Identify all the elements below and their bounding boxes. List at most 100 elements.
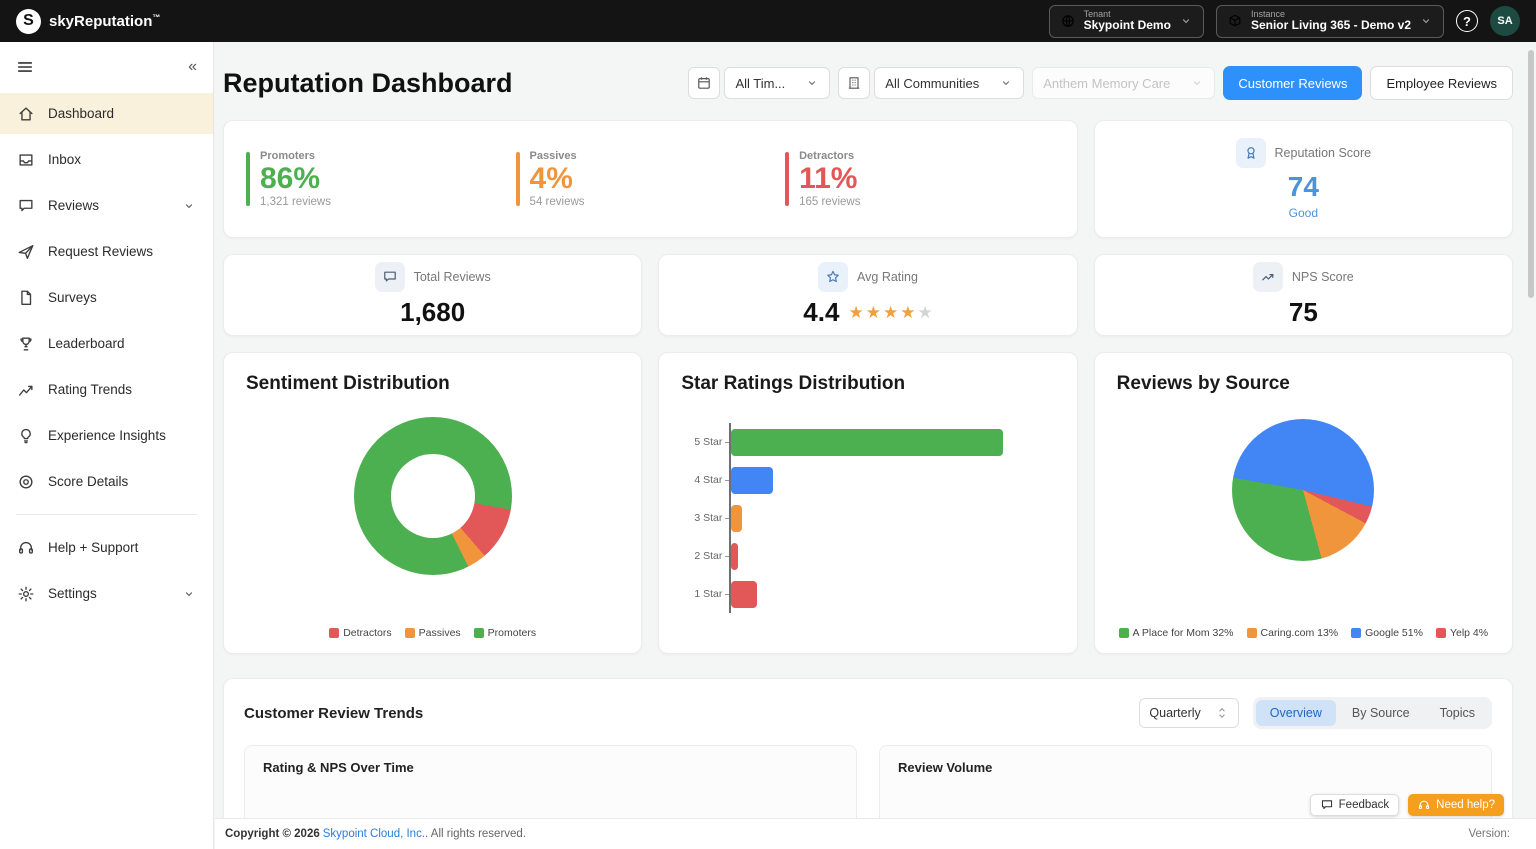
sidebar-item-score-details[interactable]: Score Details: [0, 461, 213, 502]
bar-1-star: [731, 581, 756, 608]
chevron-down-icon: [1190, 76, 1204, 90]
sidebar-item-settings[interactable]: Settings: [0, 573, 213, 614]
time-range-select[interactable]: All Tim...: [724, 67, 830, 99]
promoters-stat: Promoters 86% 1,321 reviews: [246, 150, 516, 208]
headset-icon: [17, 539, 35, 557]
sidebar-item-dashboard[interactable]: Dashboard: [0, 93, 213, 134]
version-label: Version:: [1468, 828, 1510, 840]
globe-icon: [1060, 13, 1076, 29]
legend-item: Detractors: [329, 627, 391, 639]
nps-score-card: NPS Score 75: [1094, 254, 1513, 336]
reputation-score-card: Reputation Score 74 Good: [1094, 120, 1513, 238]
sidebar-item-label: Dashboard: [48, 106, 114, 121]
bar-label: 1 Star: [681, 588, 729, 600]
target-icon: [17, 473, 35, 491]
sidebar-collapse-icon[interactable]: «: [188, 58, 197, 76]
main-content: Reputation Dashboard All Tim... All Comm…: [215, 42, 1536, 818]
sidebar-item-reviews[interactable]: Reviews: [0, 185, 213, 226]
instance-value: Senior Living 365 - Demo v2: [1251, 19, 1411, 33]
promoters-accent-bar: [246, 152, 250, 206]
promoters-percent: 86%: [260, 163, 331, 195]
promoters-label: Promoters: [260, 150, 331, 162]
feedback-bubble-icon: [1320, 798, 1334, 812]
calendar-filter-button[interactable]: [688, 67, 720, 99]
nps-score-value: 75: [1289, 297, 1318, 328]
chevron-down-icon: [182, 199, 196, 213]
trademark: ™: [152, 13, 160, 22]
tenant-value: Skypoint Demo: [1084, 19, 1171, 33]
detractors-accent-bar: [785, 152, 789, 206]
tab-topics[interactable]: Topics: [1426, 700, 1489, 726]
help-icon[interactable]: ?: [1456, 10, 1478, 32]
avg-rating-card: Avg Rating 4.4 ★★★★★: [658, 254, 1077, 336]
sidebar-item-experience-insights[interactable]: Experience Insights: [0, 415, 213, 456]
sidebar-item-label: Request Reviews: [48, 244, 153, 259]
passives-percent: 4%: [530, 163, 585, 195]
trends-period-value: Quarterly: [1149, 706, 1200, 720]
tenant-selector[interactable]: Tenant Skypoint Demo: [1049, 5, 1204, 38]
brand-name: skyReputation™: [49, 13, 160, 30]
legend-item: Passives: [405, 627, 461, 639]
chat-bubble-icon: [17, 197, 35, 215]
updown-icon: [1215, 706, 1229, 720]
bar-5-star: [731, 429, 1002, 456]
hamburger-menu-icon[interactable]: [16, 58, 34, 76]
document-icon: [17, 289, 35, 307]
instance-selector[interactable]: Instance Senior Living 365 - Demo v2: [1216, 5, 1444, 38]
feedback-button[interactable]: Feedback: [1310, 794, 1400, 816]
bar-row: 5 Star: [681, 423, 1054, 461]
bar-row: 2 Star: [681, 537, 1054, 575]
promoters-count: 1,321 reviews: [260, 196, 331, 208]
reputation-score-value: 74: [1288, 171, 1319, 203]
vertical-scrollbar[interactable]: [1528, 50, 1534, 298]
sidebar-item-help-support[interactable]: Help + Support: [0, 527, 213, 568]
bar-row: 3 Star: [681, 499, 1054, 537]
detractors-label: Detractors: [799, 150, 860, 162]
sentiment-distribution-card: Sentiment Distribution Detractors Passiv…: [223, 352, 642, 654]
company-link[interactable]: Skypoint Cloud, Inc.: [323, 828, 425, 840]
rights-text: . All rights reserved.: [425, 828, 526, 840]
brand-logo: S skyReputation™: [16, 9, 160, 34]
sidebar: « Dashboard Inbox Reviews Request Review…: [0, 42, 214, 849]
legend-item: Google 51%: [1351, 627, 1423, 639]
user-avatar[interactable]: SA: [1490, 6, 1520, 36]
chevron-down-icon: [1179, 14, 1193, 28]
sidebar-item-label: Score Details: [48, 474, 128, 489]
chat-bubble-icon: [375, 262, 405, 292]
sidebar-item-label: Rating Trends: [48, 382, 132, 397]
reviews-by-source-card: Reviews by Source A Place for Mom 32% Ca…: [1094, 352, 1513, 654]
sidebar-item-surveys[interactable]: Surveys: [0, 277, 213, 318]
bar-label: 4 Star: [681, 474, 729, 486]
star-ratings-card: Star Ratings Distribution 5 Star 4 Star …: [658, 352, 1077, 654]
sentiment-donut-chart: [354, 417, 512, 575]
page-title: Reputation Dashboard: [223, 68, 513, 99]
sidebar-item-leaderboard[interactable]: Leaderboard: [0, 323, 213, 364]
bar-row: 4 Star: [681, 461, 1054, 499]
detractors-stat: Detractors 11% 165 reviews: [785, 150, 1055, 208]
headset-icon: [1417, 798, 1431, 812]
sidebar-item-rating-trends[interactable]: Rating Trends: [0, 369, 213, 410]
sidebar-item-request-reviews[interactable]: Request Reviews: [0, 231, 213, 272]
detractors-count: 165 reviews: [799, 196, 860, 208]
tab-by-source[interactable]: By Source: [1338, 700, 1424, 726]
skypoint-logo-icon: S: [16, 9, 41, 34]
reputation-score-status: Good: [1289, 206, 1318, 220]
need-help-button[interactable]: Need help?: [1408, 794, 1504, 816]
employee-reviews-button[interactable]: Employee Reviews: [1370, 66, 1513, 100]
community-detail-value: Anthem Memory Care: [1043, 76, 1170, 91]
communities-select[interactable]: All Communities: [874, 67, 1024, 99]
avg-rating-label: Avg Rating: [857, 270, 918, 284]
tab-overview[interactable]: Overview: [1256, 700, 1336, 726]
trends-title: Customer Review Trends: [244, 705, 423, 722]
sidebar-item-inbox[interactable]: Inbox: [0, 139, 213, 180]
chevron-down-icon: [1419, 14, 1433, 28]
trends-period-select[interactable]: Quarterly: [1139, 698, 1238, 728]
sidebar-item-label: Reviews: [48, 198, 99, 213]
bar-row: 1 Star: [681, 575, 1054, 613]
customer-reviews-button[interactable]: Customer Reviews: [1223, 66, 1362, 100]
total-reviews-card: Total Reviews 1,680: [223, 254, 642, 336]
passives-stat: Passives 4% 54 reviews: [516, 150, 786, 208]
star-ratings-bar-chart: 5 Star 4 Star 3 Star 2 Star 1 Star: [681, 423, 1054, 613]
community-filter-button[interactable]: [838, 67, 870, 99]
inbox-icon: [17, 151, 35, 169]
